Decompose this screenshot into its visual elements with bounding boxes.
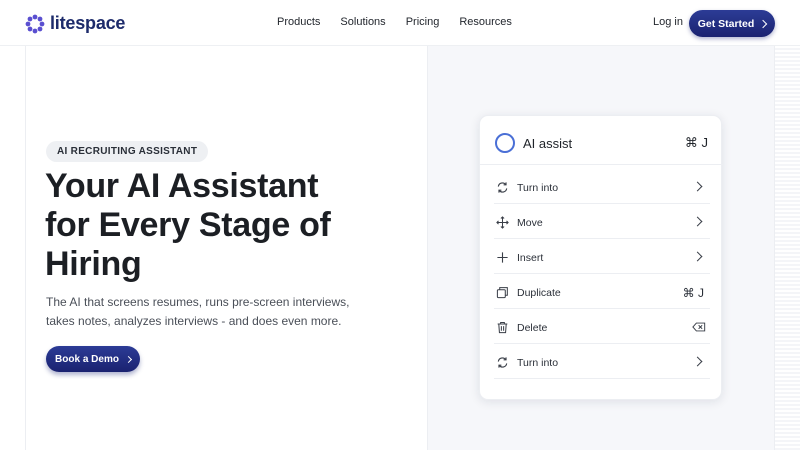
chevron-right-icon bbox=[124, 355, 132, 363]
menu-item-label: Delete bbox=[517, 322, 548, 334]
menu-item-label: Duplicate bbox=[517, 287, 561, 299]
hero-subtitle-line: takes notes, analyzes interviews - and d… bbox=[46, 314, 342, 328]
menu-item-label: Turn into bbox=[517, 357, 559, 369]
menu-item-turn-into[interactable]: Turn into bbox=[494, 169, 710, 204]
menu-item-label: Insert bbox=[517, 252, 544, 264]
ai-circle-icon bbox=[495, 133, 515, 153]
hero-headline-line: Your AI Assistant bbox=[45, 167, 319, 205]
menu-item-turn-into[interactable]: Turn into bbox=[494, 344, 710, 379]
trash-icon bbox=[497, 321, 508, 334]
hero-badge: AI RECRUITING ASSISTANT bbox=[46, 141, 209, 162]
keyboard-shortcut: ⌘ J bbox=[682, 286, 704, 300]
hero-subtitle: The AI that screens resumes, runs pre-sc… bbox=[46, 293, 376, 331]
striped-edge-decoration bbox=[775, 46, 800, 450]
chevron-right-icon bbox=[692, 181, 703, 192]
hero-headline: Your AI Assistant for Every Stage of Hir… bbox=[45, 167, 375, 284]
book-demo-button[interactable]: Book a Demo bbox=[46, 346, 140, 372]
keyboard-shortcut: ⌘ J bbox=[684, 135, 708, 150]
menu-item-label: Turn into bbox=[517, 182, 559, 194]
move-icon bbox=[496, 216, 509, 229]
chevron-right-icon bbox=[692, 216, 703, 227]
get-started-label: Get Started bbox=[697, 17, 755, 30]
chevron-right-icon bbox=[692, 251, 703, 262]
nav-link-solutions[interactable]: Solutions bbox=[340, 16, 385, 28]
backspace-icon bbox=[692, 322, 706, 332]
ai-assist-menu-card: AI assist ⌘ J Turn into Move Insert Dupl… bbox=[479, 115, 723, 400]
refresh-icon bbox=[497, 357, 508, 368]
nav-link-resources[interactable]: Resources bbox=[459, 16, 512, 28]
top-navbar: litespace Products Solutions Pricing Res… bbox=[0, 0, 800, 46]
ai-assist-title: AI assist bbox=[523, 136, 573, 151]
chevron-right-icon bbox=[759, 19, 768, 28]
menu-item-duplicate[interactable]: Duplicate ⌘ J bbox=[494, 274, 710, 309]
frame-divider-left bbox=[25, 46, 26, 450]
menu-item-move[interactable]: Move bbox=[494, 204, 710, 239]
menu-item-insert[interactable]: Insert bbox=[494, 239, 710, 274]
plus-icon bbox=[497, 252, 508, 263]
ai-assist-header[interactable]: AI assist ⌘ J bbox=[480, 116, 723, 165]
nav-link-pricing[interactable]: Pricing bbox=[406, 16, 440, 28]
chevron-right-icon bbox=[692, 356, 703, 367]
refresh-icon bbox=[497, 182, 508, 193]
nav-link-products[interactable]: Products bbox=[277, 16, 320, 28]
hero-subtitle-line: The AI that screens resumes, runs pre-sc… bbox=[46, 295, 350, 309]
hero-headline-line: Hiring bbox=[45, 245, 142, 283]
hero-headline-line: for Every Stage of bbox=[45, 206, 331, 244]
logo-flower-icon bbox=[25, 14, 45, 33]
brand-logo[interactable]: litespace bbox=[25, 13, 125, 34]
login-link[interactable]: Log in bbox=[653, 16, 683, 28]
nav-links: Products Solutions Pricing Resources bbox=[277, 16, 512, 28]
menu-item-delete[interactable]: Delete bbox=[494, 309, 710, 344]
duplicate-icon bbox=[496, 287, 508, 299]
menu-item-label: Move bbox=[517, 217, 543, 229]
get-started-button[interactable]: Get Started bbox=[689, 10, 775, 37]
brand-name: litespace bbox=[50, 13, 126, 33]
book-demo-label: Book a Demo bbox=[55, 353, 119, 365]
